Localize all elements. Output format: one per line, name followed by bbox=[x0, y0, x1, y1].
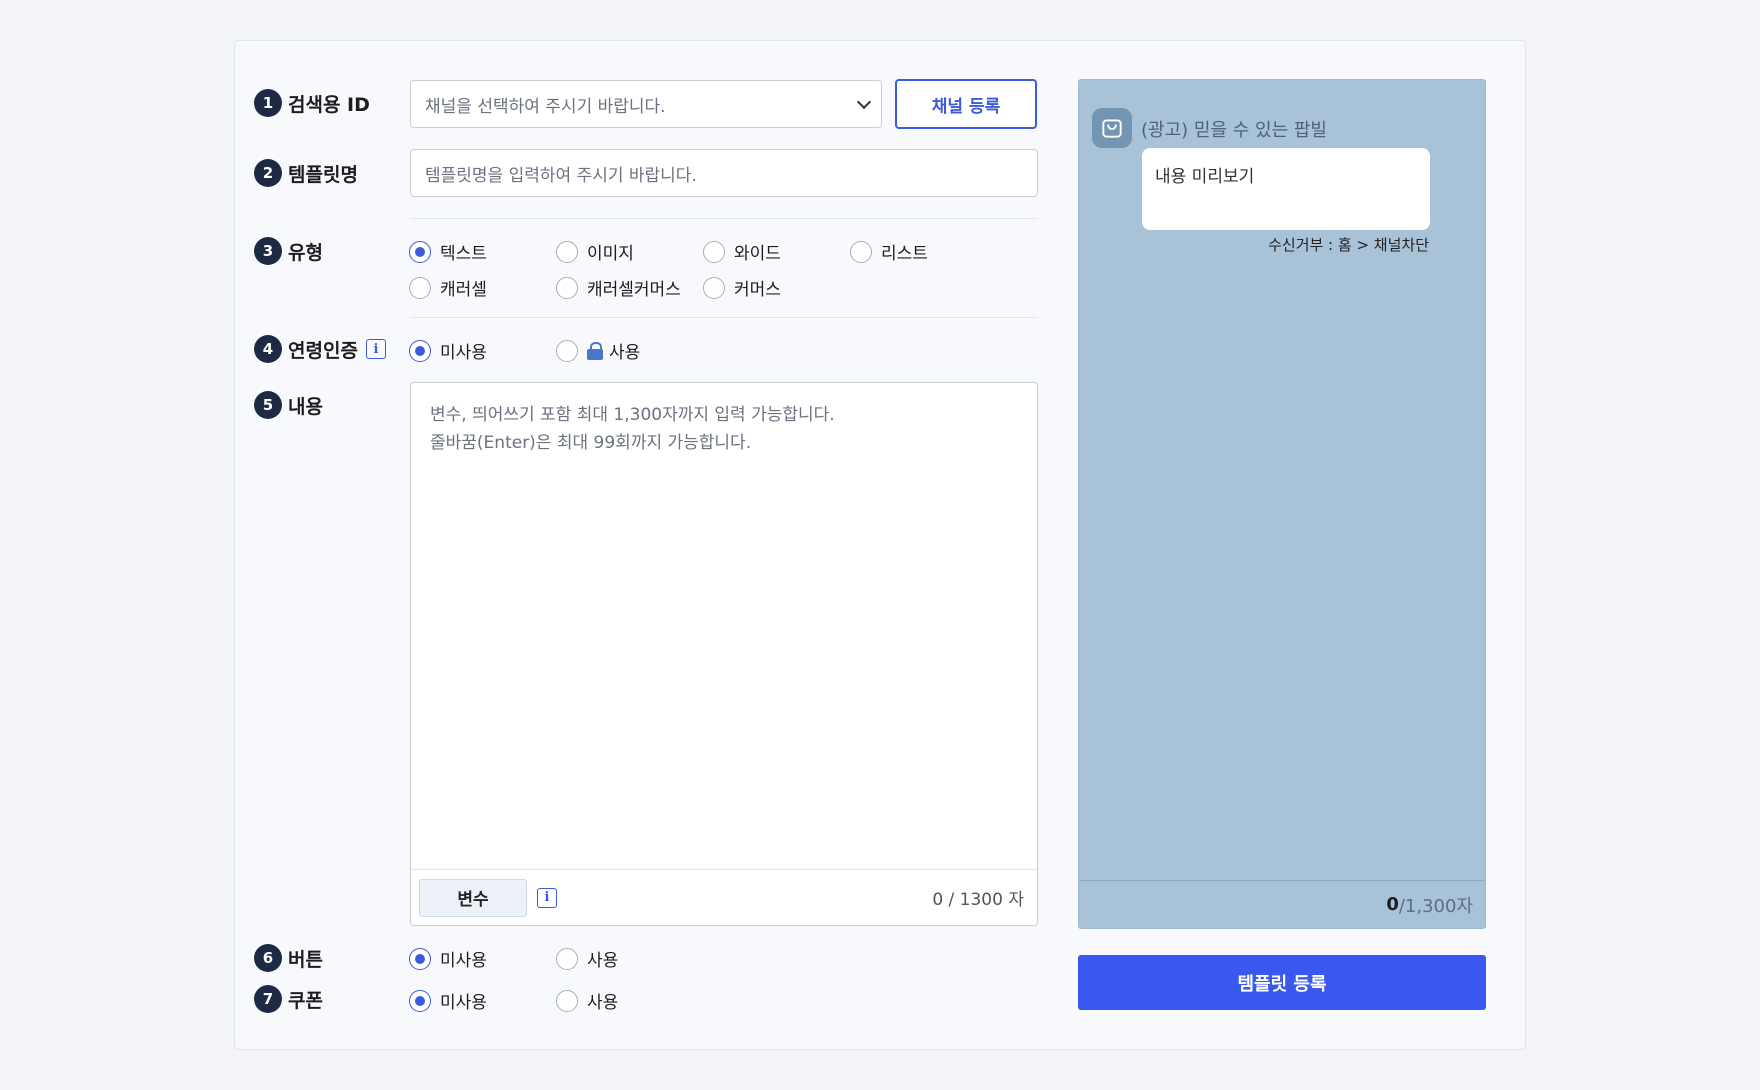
template-name-input[interactable]: 템플릿명을 입력하여 주시기 바랍니다. bbox=[410, 149, 1038, 197]
divider bbox=[410, 218, 1038, 219]
type-radio-commerce[interactable]: 커머스 bbox=[703, 275, 781, 300]
content-placeholder: 변수, 띄어쓰기 포함 최대 1,300자까지 입력 가능합니다. 줄바꿈(En… bbox=[430, 405, 835, 453]
coupon-radio-used[interactable]: 사용 bbox=[556, 988, 618, 1013]
step-badge: 2 bbox=[254, 159, 282, 187]
step-badge: 1 bbox=[254, 89, 282, 117]
template-register-button[interactable]: 템플릿 등록 bbox=[1078, 955, 1486, 1010]
preview-bubble-text: 내용 미리보기 bbox=[1155, 167, 1255, 187]
step-badge: 4 bbox=[254, 335, 282, 363]
radio-unchecked[interactable] bbox=[703, 240, 725, 263]
type-label: 3 유형 bbox=[254, 237, 323, 265]
shopping-bag-icon bbox=[1092, 108, 1132, 148]
step-badge: 6 bbox=[254, 944, 282, 972]
preview-reject-text: 수신거부 : 홈 > 채널차단 bbox=[1268, 236, 1429, 254]
lock-icon bbox=[587, 341, 603, 360]
info-icon[interactable]: i bbox=[365, 339, 386, 359]
channel-register-button[interactable]: 채널 등록 bbox=[895, 79, 1037, 129]
search-id-label: 1 검색용 ID bbox=[254, 89, 370, 117]
button-label: 6 버튼 bbox=[254, 944, 323, 972]
step-badge: 7 bbox=[254, 985, 282, 1013]
type-radio-list[interactable]: 리스트 bbox=[850, 239, 928, 264]
type-radio-wide[interactable]: 와이드 bbox=[703, 239, 781, 264]
chevron-down-icon bbox=[856, 94, 872, 109]
content-toolbar: 변수 i 0 / 1300 자 bbox=[411, 869, 1037, 925]
preview-counter: 0/1,300자 bbox=[1079, 880, 1485, 928]
template-name-label: 2 템플릿명 bbox=[254, 159, 358, 187]
preview-bubble: 내용 미리보기 bbox=[1142, 148, 1430, 230]
radio-unchecked[interactable] bbox=[850, 240, 872, 263]
step-badge: 5 bbox=[254, 391, 282, 419]
type-radio-text[interactable]: 텍스트 bbox=[409, 239, 487, 264]
radio-unchecked[interactable] bbox=[556, 989, 578, 1012]
coupon-radio-unused[interactable]: 미사용 bbox=[409, 988, 487, 1013]
age-radio-used[interactable]: 사용 bbox=[556, 338, 640, 363]
radio-checked[interactable] bbox=[409, 947, 431, 970]
radio-unchecked[interactable] bbox=[409, 276, 431, 299]
radio-unchecked[interactable] bbox=[703, 276, 725, 299]
content-textarea[interactable]: 변수, 띄어쓰기 포함 최대 1,300자까지 입력 가능합니다. 줄바꿈(En… bbox=[410, 382, 1038, 926]
button-radio-used[interactable]: 사용 bbox=[556, 946, 618, 971]
type-radio-carousel-commerce[interactable]: 캐러셀커머스 bbox=[556, 275, 681, 300]
type-radio-image[interactable]: 이미지 bbox=[556, 239, 634, 264]
age-verification-label: 4 연령인증 i bbox=[254, 335, 386, 363]
radio-unchecked[interactable] bbox=[556, 947, 578, 970]
divider bbox=[410, 317, 1038, 318]
info-icon[interactable]: i bbox=[537, 887, 557, 908]
button-radio-unused[interactable]: 미사용 bbox=[409, 946, 487, 971]
variable-button[interactable]: 변수 bbox=[419, 878, 527, 917]
step-badge: 3 bbox=[254, 237, 282, 265]
char-counter: 0 / 1300 자 bbox=[932, 890, 1024, 910]
radio-checked[interactable] bbox=[409, 989, 431, 1012]
channel-select[interactable]: 채널을 선택하여 주시기 바랍니다. bbox=[410, 80, 882, 128]
message-preview: (광고) 믿을 수 있는 팝빌 내용 미리보기 수신거부 : 홈 > 채널차단 … bbox=[1078, 79, 1486, 929]
radio-unchecked[interactable] bbox=[556, 276, 578, 299]
coupon-label: 7 쿠폰 bbox=[254, 985, 323, 1013]
radio-checked[interactable] bbox=[409, 339, 431, 362]
preview-channel-name: (광고) 믿을 수 있는 팝빌 bbox=[1141, 120, 1327, 141]
age-radio-unused[interactable]: 미사용 bbox=[409, 338, 487, 363]
content-label: 5 내용 bbox=[254, 391, 323, 419]
type-radio-carousel[interactable]: 캐러셀 bbox=[409, 275, 487, 300]
radio-checked[interactable] bbox=[409, 240, 431, 263]
radio-unchecked[interactable] bbox=[556, 339, 578, 362]
radio-unchecked[interactable] bbox=[556, 240, 578, 263]
